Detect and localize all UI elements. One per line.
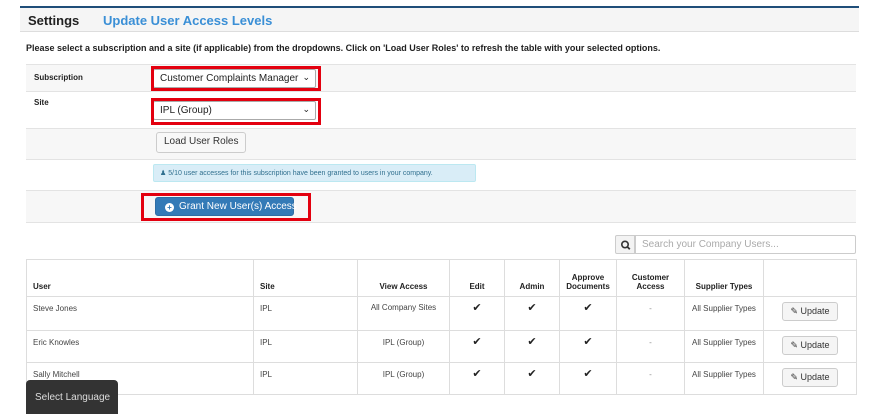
cell-site: IPL xyxy=(253,362,358,395)
cell-user: Eric Knowles xyxy=(26,330,254,363)
cell-user: Steve Jones xyxy=(26,296,254,331)
cell-action: ✎ Update xyxy=(763,296,857,331)
check-icon: ✔ xyxy=(504,330,560,363)
site-label: Site xyxy=(34,98,49,107)
cell-customer-access: - xyxy=(616,330,685,363)
cell-site: IPL xyxy=(253,330,358,363)
cell-view-access: IPL (Group) xyxy=(357,330,450,363)
update-label: Update xyxy=(800,372,830,382)
table-row: Sally Mitchell IPL IPL (Group) ✔ ✔ ✔ - A… xyxy=(26,362,857,395)
table-header-row: User Site View Access Edit Admin Approve… xyxy=(26,259,857,297)
instructions-text: Please select a subscription and a site … xyxy=(26,43,661,53)
header-customer-access[interactable]: Customer Access xyxy=(616,259,685,297)
check-icon: ✔ xyxy=(559,296,617,331)
table-row: Steve Jones IPL All Company Sites ✔ ✔ ✔ … xyxy=(26,296,857,331)
user-icon: ♟ xyxy=(160,170,167,177)
cell-supplier-types: All Supplier Types xyxy=(684,296,764,331)
highlight-grant xyxy=(141,193,311,221)
check-icon: ✔ xyxy=(504,296,560,331)
select-language-button[interactable]: Select Language xyxy=(26,380,118,414)
header-user[interactable]: User xyxy=(26,259,254,297)
info-alert: ♟ 5/10 user accesses for this subscripti… xyxy=(153,164,476,182)
highlight-subscription xyxy=(151,66,321,91)
header-approve-documents[interactable]: Approve Documents xyxy=(559,259,617,297)
load-user-roles-button[interactable]: Load User Roles xyxy=(156,132,247,153)
header-supplier-types[interactable]: Supplier Types xyxy=(684,259,764,297)
check-icon: ✔ xyxy=(504,362,560,395)
cell-view-access: All Company Sites xyxy=(357,296,450,331)
header-site[interactable]: Site xyxy=(253,259,358,297)
check-icon: ✔ xyxy=(449,362,505,395)
update-button[interactable]: ✎ Update xyxy=(782,336,838,355)
check-icon: ✔ xyxy=(559,362,617,395)
edit-icon: ✎ xyxy=(790,340,798,350)
header-admin[interactable]: Admin xyxy=(504,259,560,297)
cell-site: IPL xyxy=(253,296,358,331)
check-icon: ✔ xyxy=(449,296,505,331)
search-button[interactable] xyxy=(615,235,635,254)
search-input[interactable] xyxy=(635,235,856,254)
check-icon: ✔ xyxy=(559,330,617,363)
check-icon: ✔ xyxy=(449,330,505,363)
cell-supplier-types: All Supplier Types xyxy=(684,362,764,395)
subscription-label: Subscription xyxy=(34,73,83,82)
page-header: Settings Update User Access Levels xyxy=(20,6,859,32)
cell-action: ✎ Update xyxy=(763,330,857,363)
load-row xyxy=(26,128,856,159)
page-subtitle: Update User Access Levels xyxy=(103,13,273,28)
highlight-site xyxy=(151,98,321,125)
update-button[interactable]: ✎ Update xyxy=(782,302,838,321)
header-view-access[interactable]: View Access xyxy=(357,259,450,297)
cell-supplier-types: All Supplier Types xyxy=(684,330,764,363)
search-icon xyxy=(621,240,631,250)
header-edit[interactable]: Edit xyxy=(449,259,505,297)
update-button[interactable]: ✎ Update xyxy=(782,368,838,387)
users-table: User Site View Access Edit Admin Approve… xyxy=(26,259,857,395)
settings-title: Settings xyxy=(28,13,80,28)
cell-action: ✎ Update xyxy=(763,362,857,395)
cell-customer-access: - xyxy=(616,362,685,395)
update-label: Update xyxy=(800,306,830,316)
info-alert-text: 5/10 user accesses for this subscription… xyxy=(168,170,433,177)
edit-icon: ✎ xyxy=(790,306,798,316)
cell-customer-access: - xyxy=(616,296,685,331)
table-row: Eric Knowles IPL IPL (Group) ✔ ✔ ✔ - All… xyxy=(26,330,857,363)
edit-icon: ✎ xyxy=(790,372,798,382)
header-actions xyxy=(763,259,857,297)
cell-view-access: IPL (Group) xyxy=(357,362,450,395)
update-label: Update xyxy=(800,340,830,350)
